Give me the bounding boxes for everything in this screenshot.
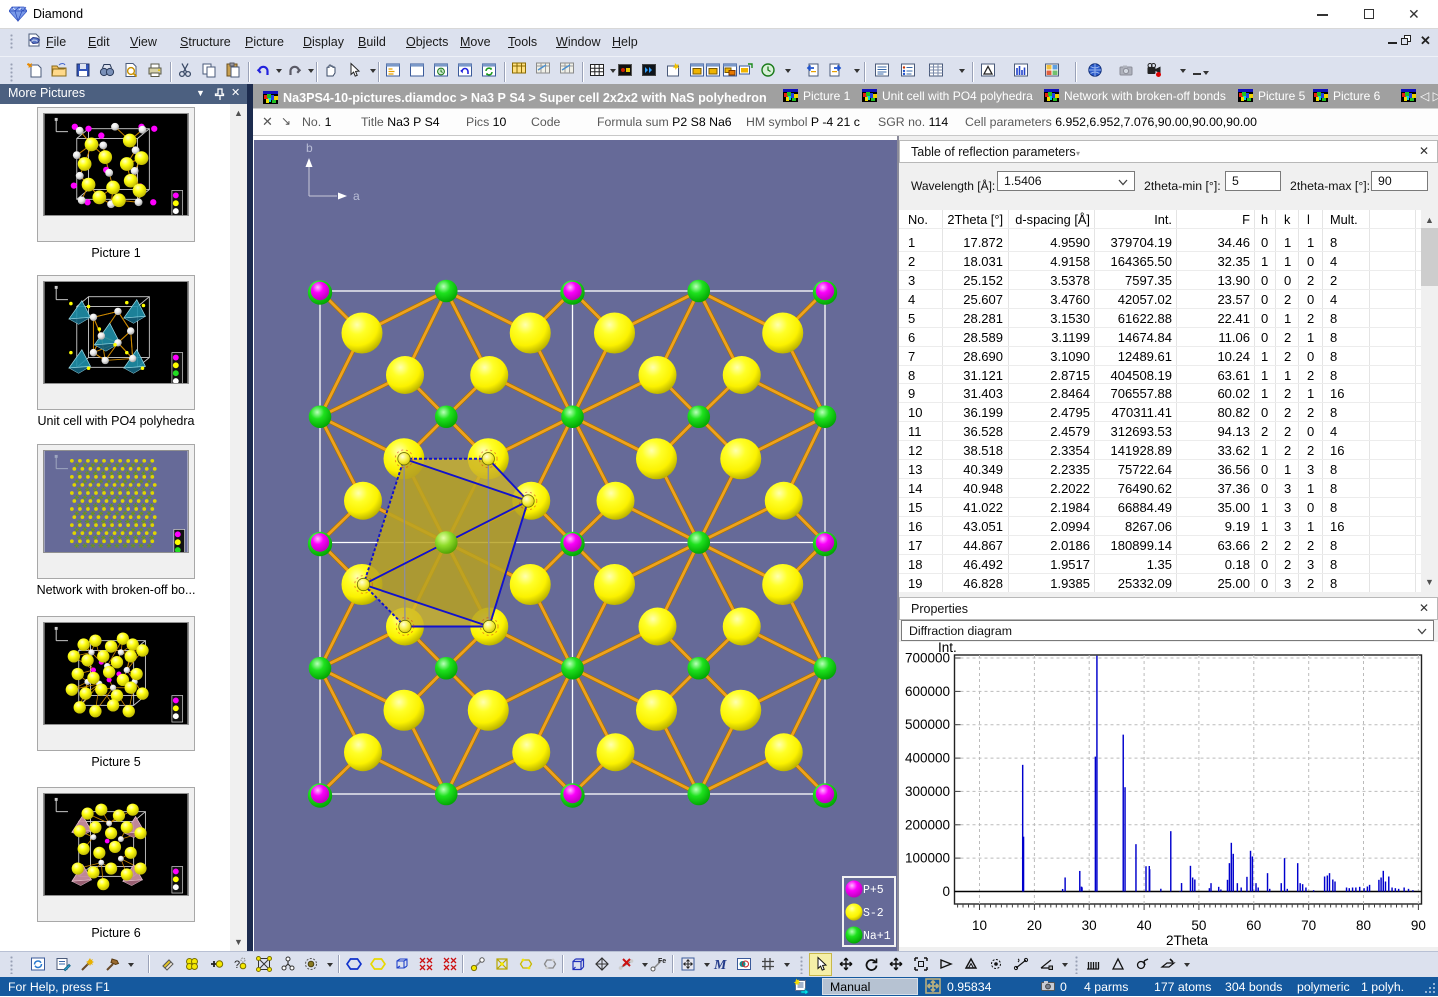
svg-text:Int.: Int. [938, 642, 957, 655]
svg-text:20: 20 [1027, 918, 1042, 933]
svg-text:2Theta: 2Theta [1166, 933, 1209, 947]
svg-text:0: 0 [942, 884, 950, 899]
svg-text:Fe: Fe [658, 958, 666, 965]
svg-text:90: 90 [1411, 918, 1426, 933]
svg-text:400000: 400000 [905, 751, 950, 766]
svg-text:40: 40 [1137, 918, 1152, 933]
svg-text:80: 80 [1356, 918, 1371, 933]
svg-text:500000: 500000 [905, 717, 950, 732]
svg-text:M: M [713, 958, 727, 972]
svg-text:600000: 600000 [905, 684, 950, 699]
svg-text:Na+1: Na+1 [863, 930, 891, 943]
svg-text:200000: 200000 [905, 817, 950, 832]
svg-text:100000: 100000 [905, 851, 950, 866]
svg-text:a: a [353, 189, 360, 203]
svg-text:30: 30 [1082, 918, 1097, 933]
svg-text:300000: 300000 [905, 784, 950, 799]
svg-text:?: ? [234, 959, 240, 971]
svg-text:S-2: S-2 [863, 907, 884, 920]
svg-text:60: 60 [1246, 918, 1261, 933]
svg-text:50: 50 [1191, 918, 1206, 933]
svg-text:b: b [306, 141, 313, 155]
svg-text:10: 10 [972, 918, 987, 933]
svg-text:P+5: P+5 [863, 884, 884, 897]
svg-text:70: 70 [1301, 918, 1316, 933]
